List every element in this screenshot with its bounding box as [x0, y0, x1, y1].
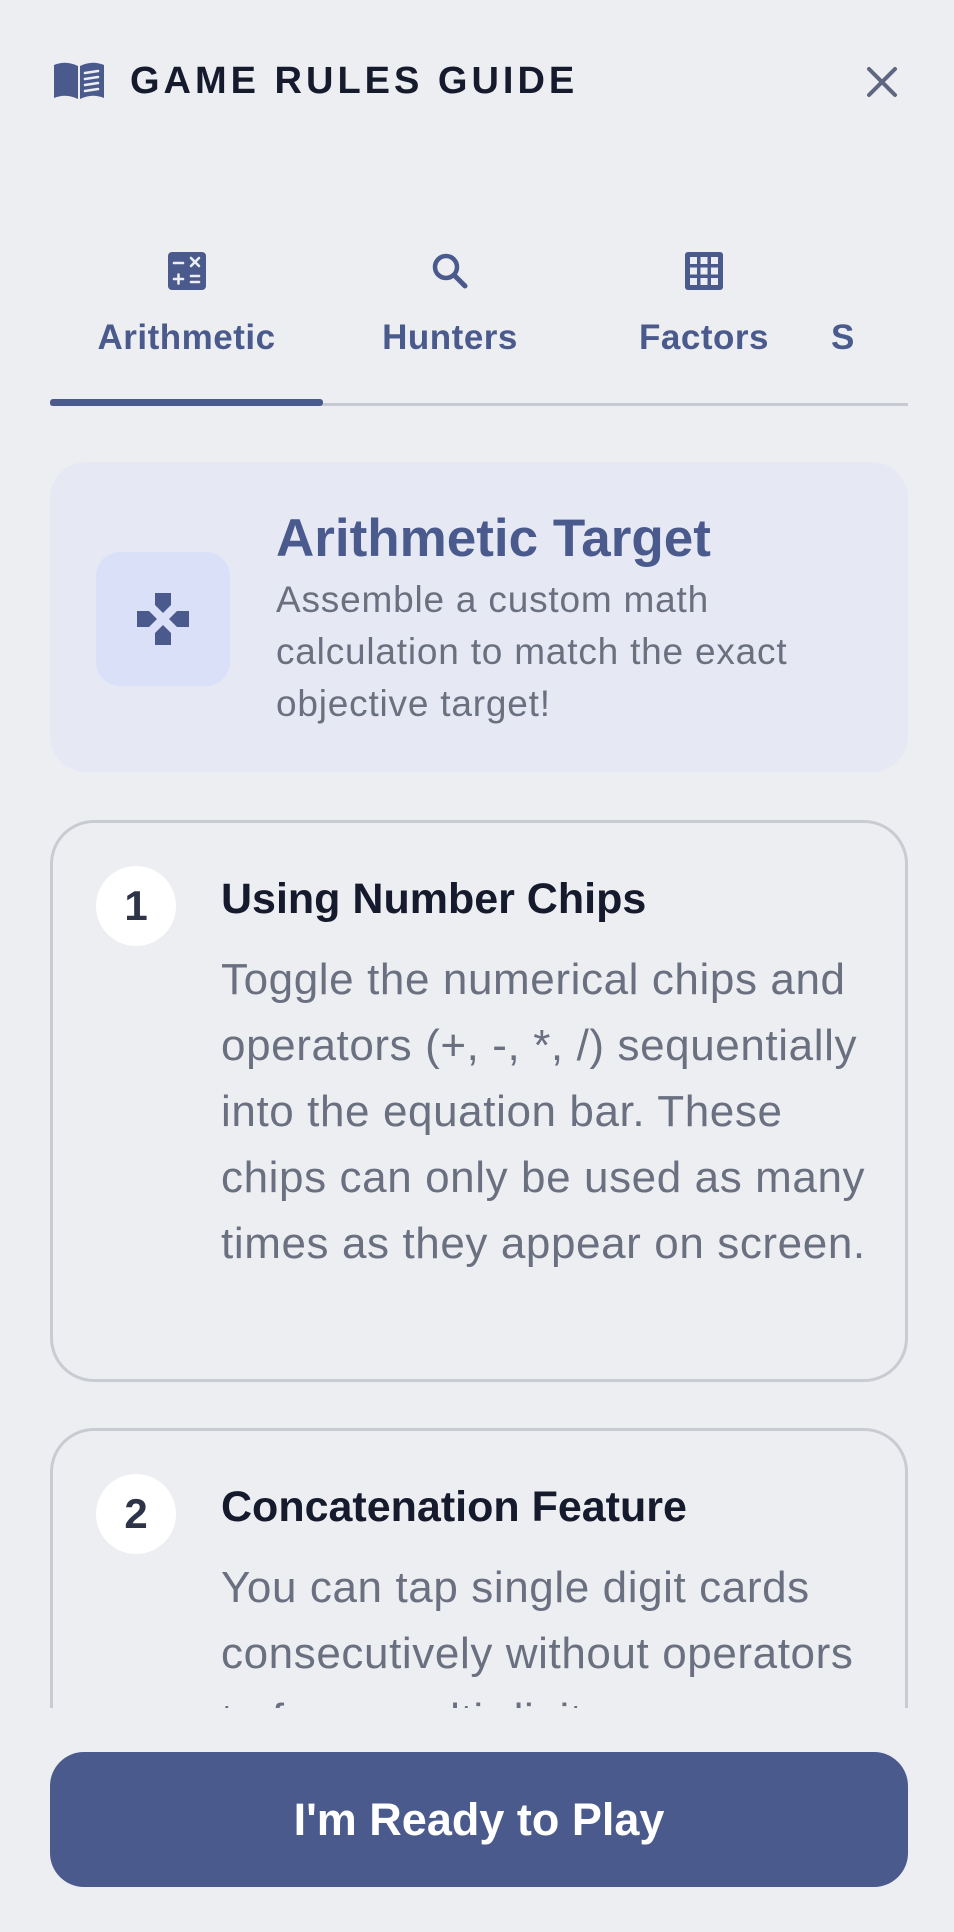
ready-to-play-button[interactable]: I'm Ready to Play — [50, 1752, 908, 1887]
hero-card: Arithmetic Target Assemble a custom math… — [50, 462, 908, 772]
header: GAME RULES GUIDE — [50, 50, 904, 110]
tab-label: Arithmetic — [97, 318, 276, 357]
book-icon — [54, 62, 104, 99]
search-icon — [432, 253, 468, 289]
tab-label: Factors — [639, 318, 769, 357]
hero-icon-box — [96, 552, 230, 686]
rule-number-badge: 2 — [96, 1474, 176, 1554]
tab-hunters[interactable]: Hunters — [323, 240, 577, 406]
rule-card: 1 Using Number Chips Toggle the numerica… — [50, 820, 908, 1382]
page-title: GAME RULES GUIDE — [130, 60, 579, 102]
tab-partial[interactable]: S — [831, 240, 908, 406]
rules-tab-bar: Arithmetic Hunters Factors S — [50, 240, 908, 406]
rule-number-badge: 1 — [96, 866, 176, 946]
gamepad-cross-icon — [137, 593, 189, 645]
calculator-icon — [167, 252, 206, 290]
close-icon — [867, 67, 897, 97]
tab-arithmetic[interactable]: Arithmetic — [50, 240, 323, 406]
hero-title: Arithmetic Target — [276, 509, 711, 568]
tab-label: S — [831, 318, 855, 357]
rule-body: Toggle the numerical chips and operators… — [221, 955, 866, 1268]
tab-active-indicator — [50, 399, 323, 406]
tab-label: Hunters — [382, 318, 518, 357]
close-button[interactable] — [860, 60, 904, 104]
rule-card: 2 Concatenation Feature You can tap sing… — [50, 1428, 908, 1708]
grid-icon — [685, 252, 723, 290]
rules-guide-screen: GAME RULES GUIDE Arithmetic Hunters Fact… — [0, 0, 954, 1932]
hero-description: Assemble a custom math calculation to ma… — [276, 579, 788, 724]
rule-body: You can tap single digit cards consecuti… — [221, 1563, 854, 1708]
rule-title: Using Number Chips — [221, 875, 647, 923]
rule-title: Concatenation Feature — [221, 1483, 687, 1531]
rules-content[interactable]: Arithmetic Target Assemble a custom math… — [50, 462, 908, 1708]
tab-factors[interactable]: Factors — [577, 240, 831, 406]
